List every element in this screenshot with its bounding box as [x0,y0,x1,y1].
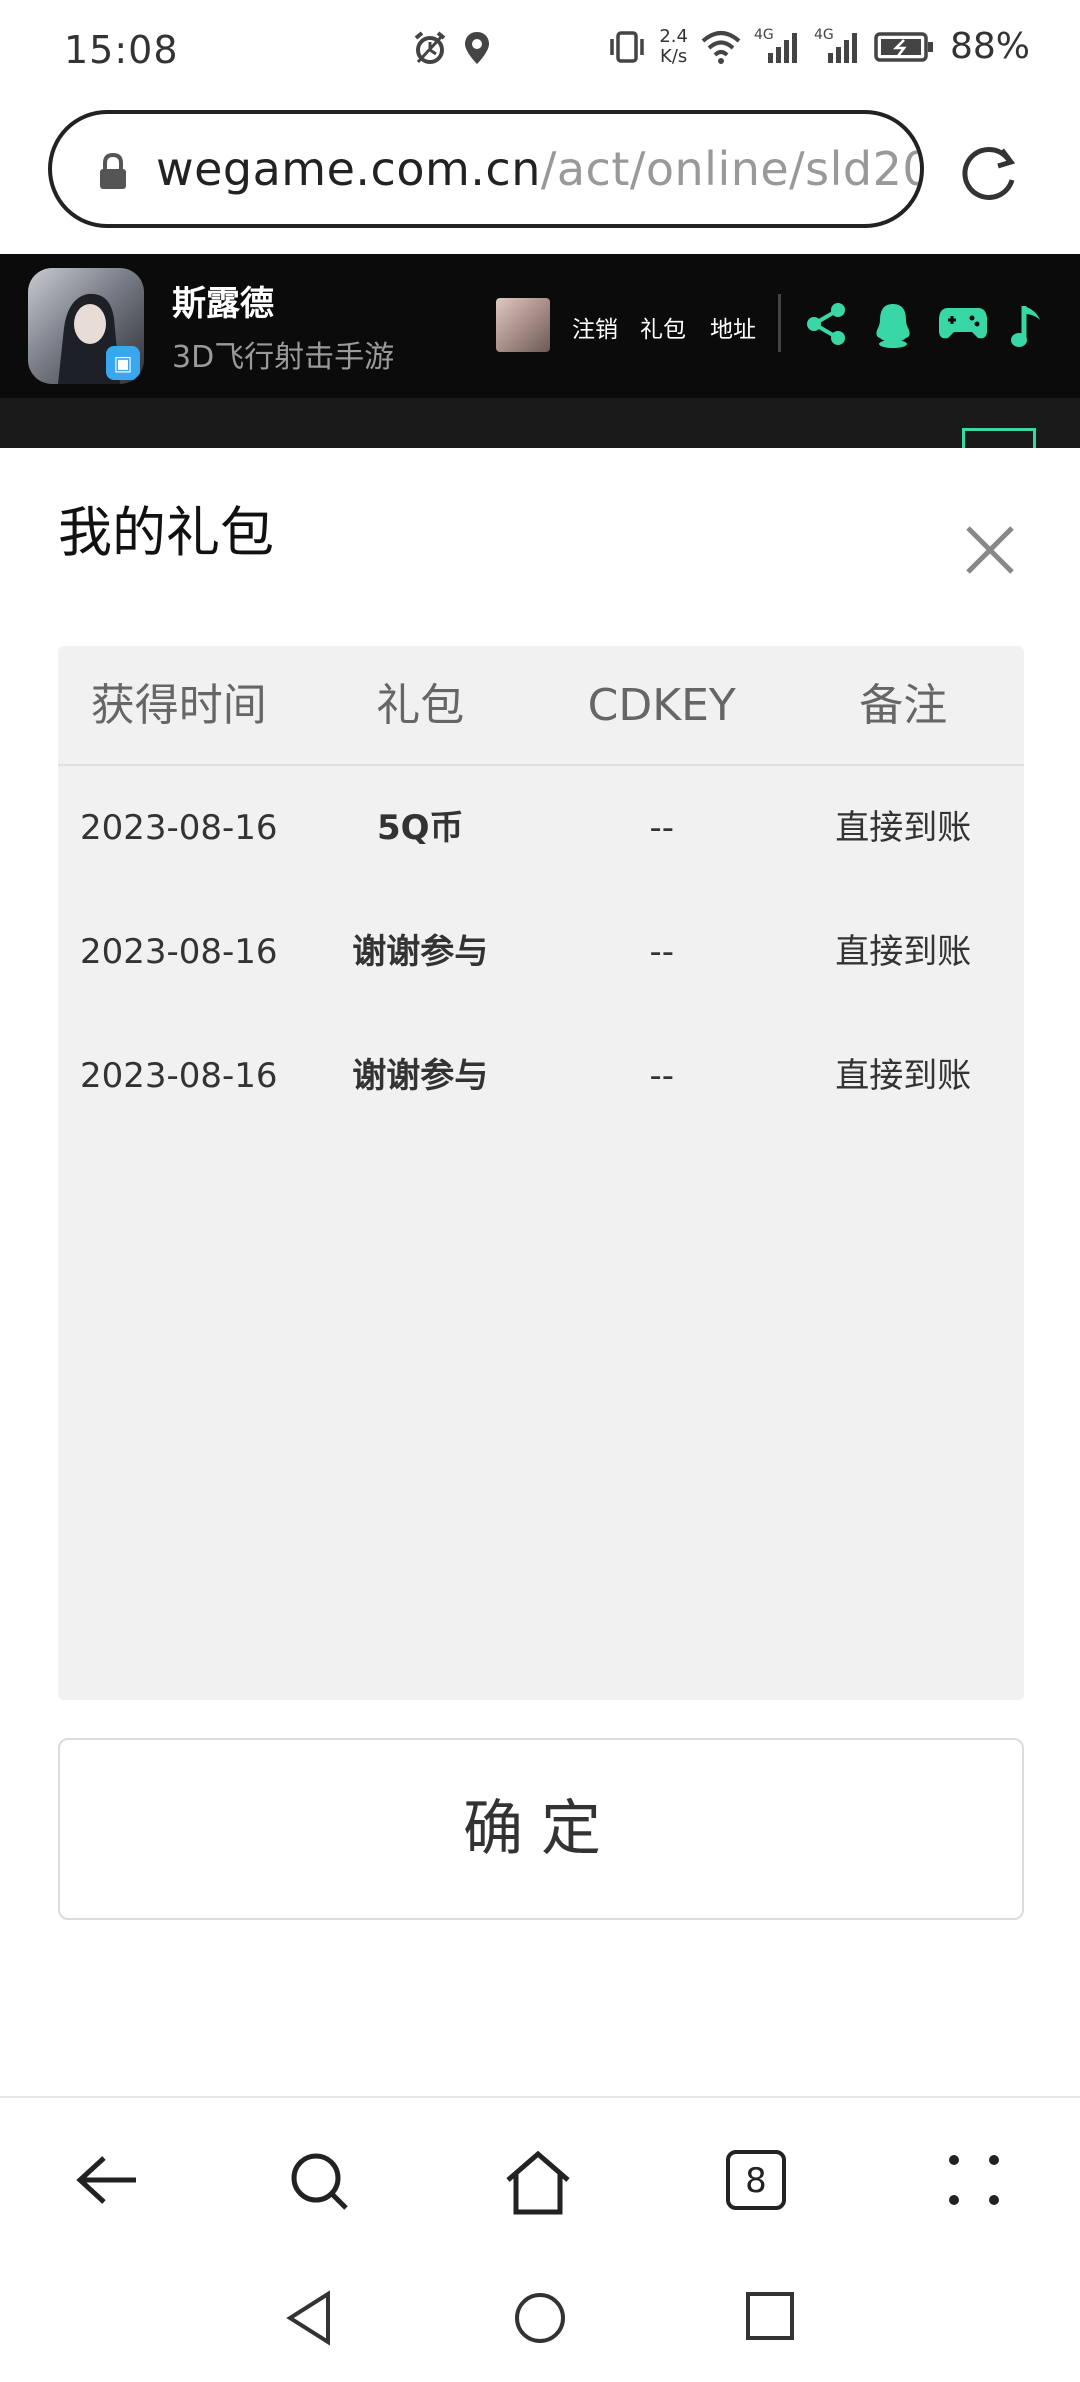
nav-home-icon[interactable] [512,2290,568,2346]
table-row: 2023-08-16 谢谢参与 -- 直接到账 [58,890,1024,1014]
column-header-time: 获得时间 [90,680,267,731]
cell-date: 2023-08-16 [79,808,278,848]
table-row: 2023-08-16 5Q币 -- 直接到账 [58,766,1024,890]
wifi-icon [701,30,741,64]
lock-icon [100,152,126,189]
cell-date: 2023-08-16 [79,1056,278,1096]
close-icon[interactable] [960,520,1020,580]
cell-cdkey: -- [649,808,675,848]
url-host: wegame.com.cn [156,142,541,196]
game-title: 斯露德 [172,284,274,324]
status-time: 15:08 [64,28,179,72]
status-bar: 15:08 2.4 K/s 4G 4G 88% [0,0,1080,105]
confirm-button[interactable]: 确定 [58,1738,1024,1920]
cell-note: 直接到账 [835,808,972,848]
music-icon[interactable] [1010,302,1046,350]
table-row: 2023-08-16 谢谢参与 -- 直接到账 [58,1014,1024,1138]
column-header-gift: 礼包 [376,680,465,731]
nav-back-icon[interactable] [284,2290,336,2346]
alarm-icon [414,31,446,64]
header-divider [778,294,781,352]
nav-recents-icon[interactable] [744,2290,796,2342]
battery-icon [874,31,933,62]
bilibili-badge-icon: ▣ [106,346,140,380]
status-right-icons: 2.4 K/s 4G 4G 88% [607,26,1030,67]
search-icon[interactable] [288,2150,352,2214]
cell-gift: 谢谢参与 [352,932,489,972]
speed-unit: K/s [660,45,688,67]
cell-gift: 5Q币 [376,808,464,848]
gamepad-icon[interactable] [938,302,988,342]
column-header-cdkey: CDKEY [587,680,736,731]
cell-cdkey: -- [649,1056,675,1096]
menu-dots-icon[interactable] [944,2150,1004,2210]
vibrate-icon [610,30,645,63]
location-icon [465,32,489,64]
user-avatar[interactable] [496,298,550,352]
home-icon[interactable] [504,2150,572,2216]
speed-value: 2.4 [659,25,688,47]
battery-percent: 88% [949,26,1030,67]
network-speed: 2.4 K/s [659,25,688,67]
url-path: /act/online/sld2023 [540,142,920,196]
qq-icon[interactable] [872,302,914,348]
cell-note: 直接到账 [835,1056,972,1096]
modal-title: 我的礼包 [58,501,274,564]
gift-link[interactable]: 礼包 [640,310,686,344]
signal-icon-2: 4G [814,27,862,65]
share-icon[interactable] [804,302,848,346]
system-nav-bar [0,2266,1080,2382]
column-header-note: 备注 [859,680,948,731]
signal-icon: 4G [754,27,802,65]
table-header: 获得时间 礼包 CDKEY 备注 [58,646,1024,766]
tabs-button[interactable]: 8 [726,2150,786,2210]
status-left-icons [412,30,492,66]
address-bar[interactable]: wegame.com.cn/act/online/sld2023 [48,110,924,228]
game-subtitle: 3D飞行射击手游 [172,340,395,375]
browser-toolbar [0,2096,1080,2266]
gift-table: 获得时间 礼包 CDKEY 备注 2023-08-16 5Q币 -- 直接到账 … [58,646,1024,1700]
address-link[interactable]: 地址 [710,310,756,344]
reload-icon[interactable] [958,140,1022,204]
cell-date: 2023-08-16 [79,932,278,972]
cell-gift: 谢谢参与 [352,1056,489,1096]
menu-icon[interactable] [962,428,1036,448]
logout-link[interactable]: 注销 [572,310,618,344]
game-header: ▣ 斯露德 3D飞行射击手游 注销 礼包 地址 [0,254,1080,398]
game-app-icon[interactable]: ▣ [28,268,144,384]
page-banner-strip [0,398,1080,448]
cell-cdkey: -- [649,932,675,972]
cell-note: 直接到账 [835,932,972,972]
url-text[interactable]: wegame.com.cn/act/online/sld2023 [156,142,920,196]
back-arrow-icon[interactable] [74,2150,140,2210]
